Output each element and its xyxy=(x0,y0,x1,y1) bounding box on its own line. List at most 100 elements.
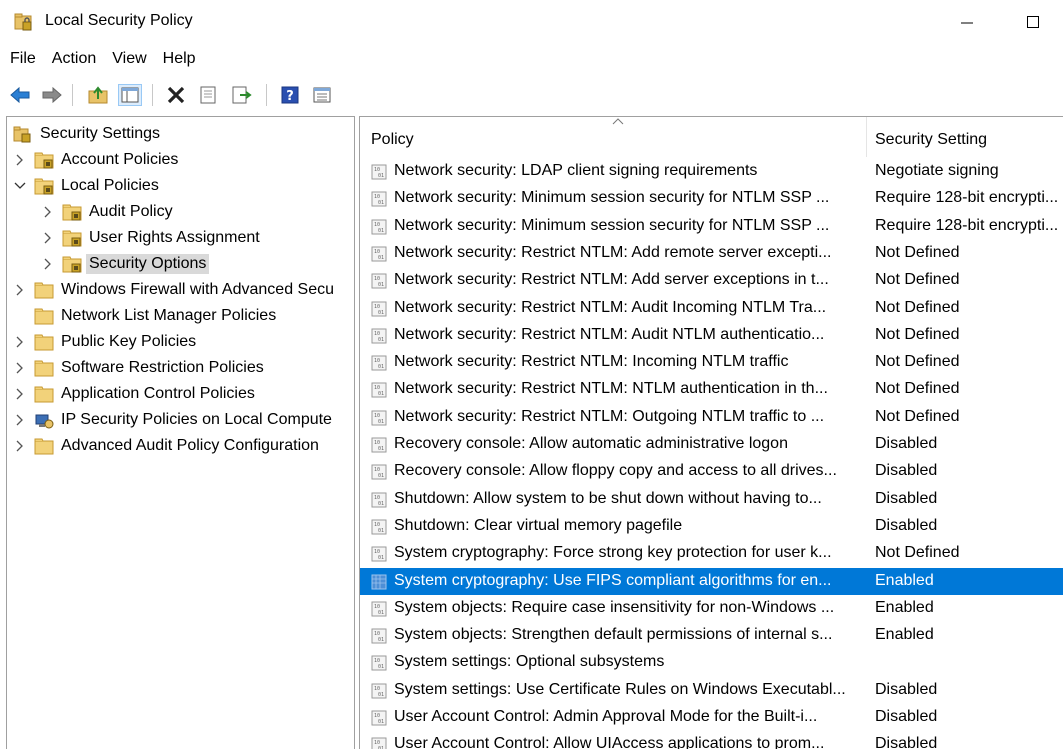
menu-file[interactable]: File xyxy=(0,46,44,74)
table-row[interactable]: 10 01 Network security: Restrict NTLM: Out… xyxy=(360,404,1063,431)
forward-button[interactable] xyxy=(40,84,64,106)
table-row[interactable]: 10 01 Network security: Restrict NTLM: Inc… xyxy=(360,349,1063,376)
back-button[interactable] xyxy=(8,84,32,106)
policy-name: Network security: Restrict NTLM: Incomin… xyxy=(394,353,789,371)
table-row[interactable]: 10 01 Network security: Restrict NTLM: Aud… xyxy=(360,322,1063,349)
tree-item[interactable]: User Rights Assignment xyxy=(41,225,260,251)
security-settings-icon xyxy=(13,126,31,142)
view-button[interactable] xyxy=(310,84,334,106)
table-row[interactable]: 10 01 Network security: Minimum session se… xyxy=(360,185,1063,212)
tree-item-label: Account Policies xyxy=(61,151,179,168)
folder-icon xyxy=(34,386,54,402)
tree-item[interactable]: IP Security Policies on Local Compute xyxy=(13,407,332,433)
show-hide-tree-icon xyxy=(121,87,139,103)
chevron-right-icon[interactable] xyxy=(13,439,27,453)
policy-name: User Account Control: Allow UIAccess app… xyxy=(394,735,825,749)
menu-view[interactable]: View xyxy=(104,46,154,74)
policy-list-pane[interactable]: Policy Security Setting 10 01 Network secu… xyxy=(359,116,1063,749)
chevron-right-icon[interactable] xyxy=(13,387,27,401)
svg-text:01: 01 xyxy=(378,664,384,670)
toolbar: ? xyxy=(0,78,1063,112)
up-folder-button[interactable] xyxy=(86,84,110,106)
table-row[interactable]: 10 01 Shutdown: Allow system to be shut do… xyxy=(360,486,1063,513)
policy-folder-icon xyxy=(34,152,54,168)
table-row[interactable]: 10 01 Network security: Minimum session se… xyxy=(360,213,1063,240)
tree-item[interactable]: Software Restriction Policies xyxy=(13,355,264,381)
chevron-right-icon[interactable] xyxy=(13,283,27,297)
policy-name: Network security: Restrict NTLM: Add ser… xyxy=(394,271,829,289)
policy-name: Recovery console: Allow automatic admini… xyxy=(394,435,788,452)
column-header-security-setting[interactable]: Security Setting xyxy=(875,131,987,149)
table-row[interactable]: 10 01 Recovery console: Allow floppy copy … xyxy=(360,458,1063,485)
svg-text:01: 01 xyxy=(378,446,384,452)
policy-setting-icon: 1001 xyxy=(371,219,387,235)
tree-item[interactable]: Public Key Policies xyxy=(13,329,196,355)
security-policy-app-icon xyxy=(14,13,32,31)
tree-item[interactable]: Account Policies xyxy=(13,147,178,173)
table-row[interactable]: 10 01 Network security: Restrict NTLM: Add… xyxy=(360,267,1063,294)
table-row[interactable]: 10 01 System cryptography: Force strong ke… xyxy=(360,540,1063,567)
properties-button[interactable] xyxy=(196,84,220,106)
table-row[interactable]: 10 01 System settings: Optional subsystems xyxy=(360,649,1063,676)
tree-item[interactable]: Application Control Policies xyxy=(13,381,255,407)
table-row[interactable]: 10 01 Network security: Restrict NTLM: Aud… xyxy=(360,295,1063,322)
policy-setting-icon: 1001 xyxy=(371,628,387,644)
tree-item[interactable]: Windows Firewall with Advanced Secu xyxy=(13,277,334,303)
help-button[interactable]: ? xyxy=(278,84,302,106)
column-header-policy[interactable]: Policy xyxy=(371,131,414,149)
tree-pane[interactable]: Security Settings Account Policies Local … xyxy=(6,116,355,749)
policy-security-setting: Not Defined xyxy=(875,380,960,398)
table-row[interactable]: 10 01 Recovery console: Allow automatic ad… xyxy=(360,431,1063,458)
table-row[interactable]: System cryptography: Use FIPS compliant … xyxy=(360,567,1063,595)
chevron-right-icon[interactable] xyxy=(13,153,27,167)
svg-text:01: 01 xyxy=(378,310,384,316)
policy-setting-icon: 1001 xyxy=(371,464,387,480)
tree-item[interactable]: Audit Policy xyxy=(41,199,173,225)
table-row[interactable]: 10 01 Network security: Restrict NTLM: Add… xyxy=(360,240,1063,267)
table-row[interactable]: 10 01 System objects: Require case insensi… xyxy=(360,595,1063,622)
export-list-button[interactable] xyxy=(230,84,254,106)
policy-setting-icon: 1001 xyxy=(371,273,387,289)
svg-text:01: 01 xyxy=(378,173,384,179)
table-row[interactable]: 10 01 Shutdown: Clear virtual memory pagef… xyxy=(360,513,1063,540)
chevron-right-icon[interactable] xyxy=(41,231,55,245)
policy-security-setting: Disabled xyxy=(875,489,938,507)
policy-setting-icon: 1001 xyxy=(371,683,387,699)
table-row[interactable]: 10 01 Network security: LDAP client signin… xyxy=(360,158,1063,185)
policy-setting-icon xyxy=(371,574,387,589)
properties-icon xyxy=(200,86,216,104)
tree-root-label: Security Settings xyxy=(40,125,161,142)
delete-button[interactable] xyxy=(164,84,188,106)
policy-name: User Account Control: Admin Approval Mod… xyxy=(394,708,818,725)
table-row[interactable]: 1001 User Account Control: Allow UIAccess… xyxy=(360,731,1063,749)
tree-root-security-settings[interactable]: Security Settings xyxy=(13,121,160,147)
tree-item[interactable]: Local Policies xyxy=(13,173,159,199)
policy-security-setting: Disabled xyxy=(875,708,938,725)
menu-action[interactable]: Action xyxy=(44,46,104,74)
policy-folder-icon xyxy=(62,256,82,272)
chevron-right-icon[interactable] xyxy=(13,361,27,375)
policy-folder-icon xyxy=(62,230,82,246)
tree-item[interactable]: Advanced Audit Policy Configuration xyxy=(13,433,319,459)
title-bar: Local Security Policy xyxy=(0,0,1063,44)
tree-item[interactable]: Network List Manager Policies xyxy=(13,303,276,329)
chevron-right-icon[interactable] xyxy=(13,335,27,349)
table-row[interactable]: 10 01 System settings: Use Certificate Rul… xyxy=(360,677,1063,704)
policy-setting-icon: 1001 xyxy=(371,301,387,316)
table-row[interactable]: 10 01 User Account Control: Admin Approval… xyxy=(360,704,1063,731)
table-row[interactable]: 10 01 System objects: Strengthen default p… xyxy=(360,622,1063,649)
chevron-right-icon[interactable] xyxy=(41,205,55,219)
chevron-right-icon[interactable] xyxy=(13,413,27,427)
show-hide-tree-button[interactable] xyxy=(118,84,142,106)
tree-item-label: Public Key Policies xyxy=(61,333,197,350)
policy-setting-icon: 1001 xyxy=(371,519,387,535)
export-list-icon xyxy=(232,86,252,104)
menu-help[interactable]: Help xyxy=(155,46,204,74)
table-row[interactable]: 10 01 Network security: Restrict NTLM: NTL… xyxy=(360,376,1063,403)
column-divider[interactable] xyxy=(866,117,867,157)
maximize-button[interactable] xyxy=(1010,4,1056,40)
tree-item[interactable]: Security Options xyxy=(41,251,210,277)
chevron-right-icon[interactable] xyxy=(41,257,55,271)
minimize-button[interactable] xyxy=(944,4,990,40)
chevron-down-icon[interactable] xyxy=(13,179,27,193)
